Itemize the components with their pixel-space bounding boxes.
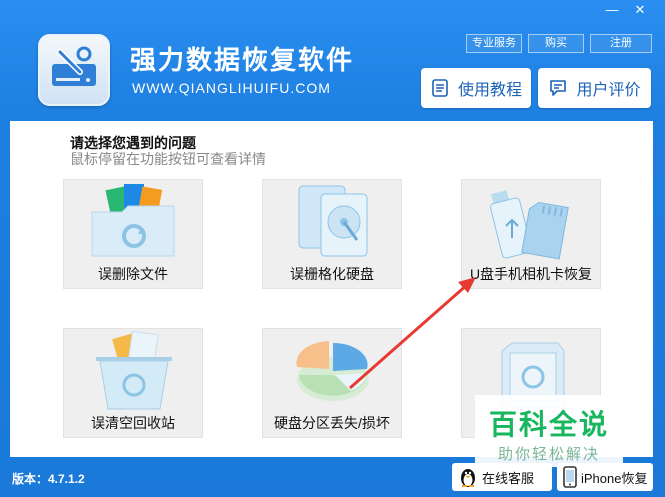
comment-icon: [550, 80, 567, 96]
app-url: WWW.QIANGLIHUIFU.COM: [132, 80, 331, 96]
tile-label: 误栅格化硬盘: [290, 266, 374, 282]
tile-usb-card-recovery[interactable]: U盘手机相机卡恢复: [461, 179, 601, 289]
iphone-recovery-button[interactable]: iPhone恢复: [557, 463, 653, 491]
close-button[interactable]: ✕: [631, 2, 649, 18]
tile-deleted-files[interactable]: 误删除文件: [63, 179, 203, 289]
tile-recycle-bin[interactable]: 误清空回收站: [63, 328, 203, 438]
user-review-label: 用户评价: [576, 82, 641, 99]
prompt-subtitle: 鼠标停留在功能按钮可查看详情: [70, 151, 266, 167]
penguin-icon: [461, 469, 475, 487]
buy-link[interactable]: 购买: [528, 34, 584, 53]
professional-service-link[interactable]: 专业服务: [466, 34, 522, 53]
user-review-button[interactable]: 用户评价: [538, 68, 651, 108]
tile-label: 硬盘分区丢失/损坏: [274, 415, 390, 431]
tutorial-label: 使用教程: [457, 82, 522, 99]
partition-pie-icon: [296, 341, 369, 401]
tile-partition-lost[interactable]: 硬盘分区丢失/损坏: [262, 328, 402, 438]
drive-tools-icon: [52, 46, 96, 86]
recycle-bin-icon: [96, 331, 172, 410]
tile-format-disk[interactable]: 误栅格化硬盘: [262, 179, 402, 289]
app-title: 强力数据恢复软件: [130, 45, 355, 75]
app-window: — ✕ 强力数据恢复软件 WWW.QIANGLIHUIFU.COM 专业服务 购…: [0, 0, 665, 497]
tile-label: 误删除文件: [98, 266, 168, 282]
folder-restore-icon: [91, 184, 175, 257]
watermark-subtitle: 助你轻松解决: [497, 446, 600, 463]
tile-label: 误清空回收站: [91, 415, 175, 431]
app-logo: [38, 34, 110, 106]
minimize-button[interactable]: —: [603, 2, 621, 18]
document-icon: [432, 79, 448, 97]
usb-sdcard-icon: [490, 190, 569, 260]
online-service-button[interactable]: 在线客服: [452, 463, 552, 491]
version-label: 版本：4.7.1.2: [12, 472, 85, 486]
iphone-recovery-label: iPhone恢复: [581, 470, 648, 486]
phone-icon: [563, 466, 577, 488]
watermark: 百科全说 助你轻松解决: [475, 395, 623, 467]
watermark-title: 百科全说: [488, 409, 609, 440]
hard-disk-icon: [298, 185, 368, 257]
tutorial-button[interactable]: 使用教程: [421, 68, 531, 108]
tile-label: U盘手机相机卡恢复: [469, 266, 593, 282]
online-service-label: 在线客服: [482, 470, 535, 486]
register-link[interactable]: 注册: [590, 34, 652, 53]
